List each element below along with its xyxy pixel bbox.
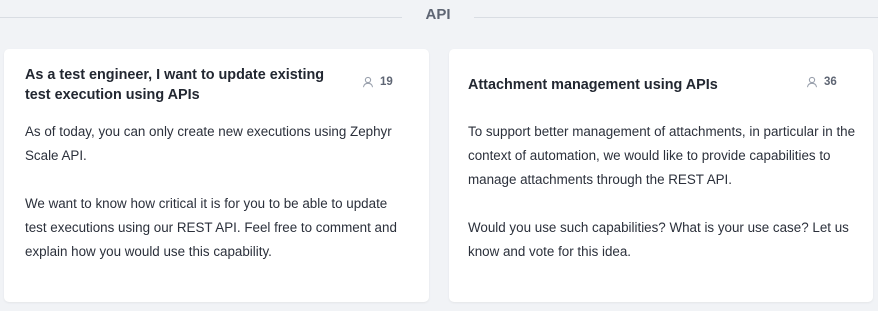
idea-description: To support better management of attachme…: [468, 120, 858, 288]
user-icon: [362, 76, 374, 88]
vote-number: 19: [380, 76, 393, 88]
description-paragraph: We want to know how critical it is for y…: [25, 196, 397, 259]
divider-left: [0, 17, 402, 18]
vote-count[interactable]: 36: [806, 76, 837, 88]
vote-number: 36: [824, 76, 837, 88]
section-title: API: [425, 6, 451, 23]
description-paragraph: To support better management of attachme…: [468, 124, 856, 187]
idea-description: As of today, you can only create new exe…: [25, 120, 410, 288]
idea-card[interactable]: Attachment management using APIs 36 To s…: [449, 49, 873, 302]
section-header: API: [0, 0, 878, 34]
idea-title[interactable]: As a test engineer, I want to update exi…: [25, 65, 335, 105]
divider-right: [474, 17, 878, 18]
idea-title[interactable]: Attachment management using APIs: [468, 75, 778, 95]
description-paragraph: As of today, you can only create new exe…: [25, 124, 392, 163]
vote-count[interactable]: 19: [362, 76, 393, 88]
idea-card[interactable]: As a test engineer, I want to update exi…: [4, 49, 429, 302]
description-paragraph: Would you use such capabilities? What is…: [468, 220, 849, 259]
user-icon: [806, 76, 818, 88]
